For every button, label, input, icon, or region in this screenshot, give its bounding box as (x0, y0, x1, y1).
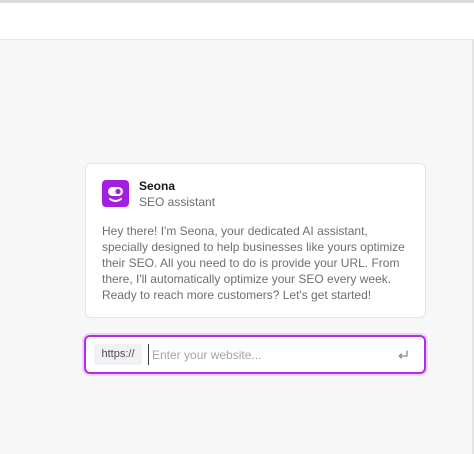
url-input-container[interactable]: https:// (84, 335, 426, 374)
assistant-name: Seona (139, 179, 176, 193)
assistant-message-card: Seona SEO assistant Hey there! I'm Seona… (85, 163, 426, 318)
website-url-input[interactable] (148, 344, 388, 365)
seona-robot-icon (102, 180, 129, 207)
enter-return-icon[interactable] (396, 348, 410, 362)
assistant-message: Hey there! I'm Seona, your dedicated AI … (102, 224, 405, 302)
url-prefix: https:// (94, 344, 142, 365)
assistant-role: SEO assistant (139, 195, 216, 209)
app-header (0, 3, 474, 40)
